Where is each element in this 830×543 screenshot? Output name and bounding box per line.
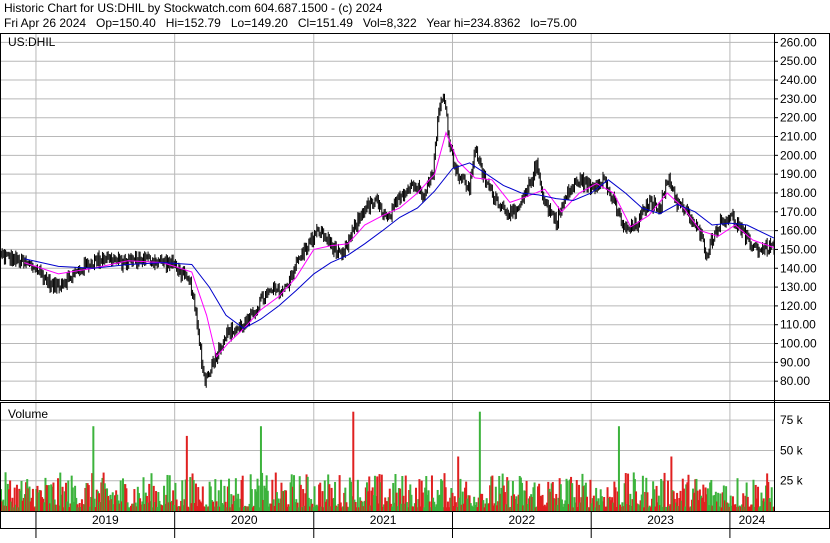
volume-bar <box>736 478 739 511</box>
volume-bar <box>4 472 7 511</box>
volume-bar <box>352 411 355 511</box>
volume-bar <box>418 479 421 511</box>
volume-tick-label: 25 k <box>780 474 804 488</box>
volume-bar <box>92 426 95 511</box>
price-tick-label: 190.00 <box>780 167 817 181</box>
price-tick-label: 230.00 <box>780 92 817 106</box>
price-tick-label: 260.00 <box>780 35 817 49</box>
volume-bar <box>228 478 231 511</box>
moving-average-short <box>24 131 775 358</box>
price-tick-label: 150.00 <box>780 242 817 256</box>
volume-bar <box>15 484 18 511</box>
volume-bar <box>687 474 690 511</box>
price-tick-label: 170.00 <box>780 205 817 219</box>
volume-bar <box>533 482 536 511</box>
price-tick-label: 240.00 <box>780 73 817 87</box>
price-tick-label: 80.00 <box>780 374 810 388</box>
year-label: 2023 <box>647 513 674 527</box>
volume-bar <box>507 480 510 511</box>
year-label: 2022 <box>508 513 535 527</box>
volume-bar <box>617 426 620 511</box>
price-tick-label: 120.00 <box>780 299 817 313</box>
price-tick-label: 160.00 <box>780 224 817 238</box>
volume-bar <box>752 479 755 511</box>
volume-bar <box>356 479 359 511</box>
volume-label: Volume <box>8 407 48 421</box>
price-tick-label: 180.00 <box>780 186 817 200</box>
panel-frames <box>0 33 830 529</box>
volume-bar <box>660 478 663 511</box>
year-label: 2020 <box>231 513 258 527</box>
volume-bar <box>241 475 244 511</box>
volume-bar <box>571 483 574 511</box>
price-tick-label: 200.00 <box>780 148 817 162</box>
year-label: 2019 <box>92 513 119 527</box>
year-label: 2021 <box>370 513 397 527</box>
chart-canvas: 80.00 90.00 100.00 110.00 120.00 130.00 140.00… <box>0 33 830 538</box>
volume-tick-label: 75 k <box>780 413 804 427</box>
volume-bar <box>185 435 188 511</box>
volume-bar <box>380 474 383 511</box>
stock-chart: Historic Chart for US:DHIL by Stockwatch… <box>0 0 830 543</box>
price-tick-label: 130.00 <box>780 280 817 294</box>
volume-bar <box>150 473 153 511</box>
price-tick-label: 100.00 <box>780 337 817 351</box>
volume-bar <box>663 472 666 511</box>
moving-average-long <box>24 162 775 330</box>
symbol-label: US:DHIL <box>8 35 56 49</box>
price-tick-label: 220.00 <box>780 111 817 125</box>
price-tick-label: 250.00 <box>780 54 817 68</box>
price-tick-label: 90.00 <box>780 355 810 369</box>
volume-bar <box>67 480 70 511</box>
time-axis-frame <box>0 511 830 529</box>
volume-plot <box>0 411 775 511</box>
price-panel-frame <box>0 33 830 401</box>
volume-bar <box>441 480 444 511</box>
volume-bar <box>257 485 260 511</box>
volume-bar <box>299 484 302 511</box>
volume-tick-label: 50 k <box>780 443 804 457</box>
volume-bar <box>641 475 644 511</box>
price-tick-label: 210.00 <box>780 130 817 144</box>
year-label: 2024 <box>739 513 766 527</box>
volume-bar <box>575 480 578 511</box>
price-tick-label: 140.00 <box>780 261 817 275</box>
price-tick-label: 110.00 <box>780 318 816 332</box>
